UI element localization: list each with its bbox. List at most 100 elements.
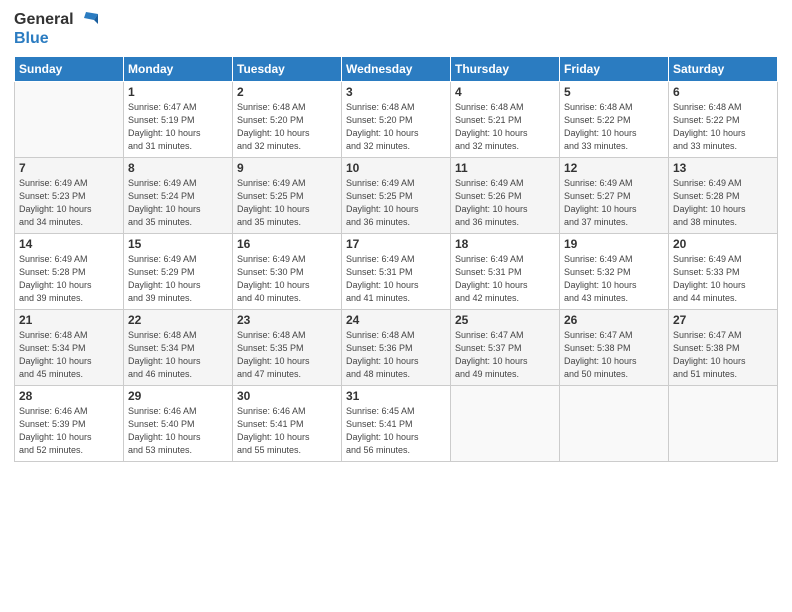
day-info: Sunrise: 6:49 AM Sunset: 5:28 PM Dayligh… [19, 253, 119, 305]
day-number: 28 [19, 389, 119, 403]
calendar-cell: 2Sunrise: 6:48 AM Sunset: 5:20 PM Daylig… [233, 81, 342, 157]
calendar-cell: 23 Sunrise: 6:48 AM Sunset: 5:35 PM Dayli… [233, 309, 342, 385]
day-number: 12 [564, 161, 664, 175]
calendar-cell: 24 Sunrise: 6:48 AM Sunset: 5:36 PM Dayli… [342, 309, 451, 385]
day-info: Sunrise: 6:48 AM Sunset: 5:34 PM Dayligh… [128, 329, 228, 381]
calendar-week-row: 28Sunrise: 6:46 AM Sunset: 5:39 PM Dayli… [15, 385, 778, 461]
calendar-cell [669, 385, 778, 461]
day-number: 4 [455, 85, 555, 99]
calendar-cell: 1Sunrise: 6:47 AM Sunset: 5:19 PM Daylig… [124, 81, 233, 157]
day-info: Sunrise: 6:48 AM Sunset: 5:20 PM Dayligh… [346, 101, 446, 153]
calendar-week-row: 1Sunrise: 6:47 AM Sunset: 5:19 PM Daylig… [15, 81, 778, 157]
calendar-cell: 12 Sunrise: 6:49 AM Sunset: 5:27 PM Dayli… [560, 157, 669, 233]
calendar-cell: 13 Sunrise: 6:49 AM Sunset: 5:28 PM Dayli… [669, 157, 778, 233]
day-info: Sunrise: 6:48 AM Sunset: 5:22 PM Dayligh… [564, 101, 664, 153]
day-number: 7 [19, 161, 119, 175]
calendar-cell: 15 Sunrise: 6:49 AM Sunset: 5:29 PM Dayli… [124, 233, 233, 309]
calendar-cell: 6 Sunrise: 6:48 AM Sunset: 5:22 PM Daylig… [669, 81, 778, 157]
calendar-cell: 18Sunrise: 6:49 AM Sunset: 5:31 PM Dayli… [451, 233, 560, 309]
day-info: Sunrise: 6:46 AM Sunset: 5:40 PM Dayligh… [128, 405, 228, 457]
page-header: General Blue [14, 10, 778, 48]
weekday-header-wednesday: Wednesday [342, 56, 451, 81]
day-info: Sunrise: 6:49 AM Sunset: 5:33 PM Dayligh… [673, 253, 773, 305]
day-number: 27 [673, 313, 773, 327]
logo-container: General Blue [14, 10, 98, 48]
day-number: 31 [346, 389, 446, 403]
day-number: 8 [128, 161, 228, 175]
calendar-cell: 27Sunrise: 6:47 AM Sunset: 5:38 PM Dayli… [669, 309, 778, 385]
day-info: Sunrise: 6:49 AM Sunset: 5:25 PM Dayligh… [346, 177, 446, 229]
calendar-cell: 16 Sunrise: 6:49 AM Sunset: 5:30 PM Dayli… [233, 233, 342, 309]
day-info: Sunrise: 6:47 AM Sunset: 5:37 PM Dayligh… [455, 329, 555, 381]
day-info: Sunrise: 6:48 AM Sunset: 5:21 PM Dayligh… [455, 101, 555, 153]
weekday-header-sunday: Sunday [15, 56, 124, 81]
day-info: Sunrise: 6:49 AM Sunset: 5:23 PM Dayligh… [19, 177, 119, 229]
day-number: 19 [564, 237, 664, 251]
day-info: Sunrise: 6:48 AM Sunset: 5:22 PM Dayligh… [673, 101, 773, 153]
day-number: 1 [128, 85, 228, 99]
day-info: Sunrise: 6:49 AM Sunset: 5:24 PM Dayligh… [128, 177, 228, 229]
day-number: 16 [237, 237, 337, 251]
calendar-cell: 20 Sunrise: 6:49 AM Sunset: 5:33 PM Dayli… [669, 233, 778, 309]
weekday-header-monday: Monday [124, 56, 233, 81]
calendar-cell: 30 Sunrise: 6:46 AM Sunset: 5:41 PM Dayli… [233, 385, 342, 461]
day-info: Sunrise: 6:49 AM Sunset: 5:28 PM Dayligh… [673, 177, 773, 229]
day-number: 9 [237, 161, 337, 175]
day-number: 17 [346, 237, 446, 251]
day-info: Sunrise: 6:49 AM Sunset: 5:27 PM Dayligh… [564, 177, 664, 229]
calendar-cell: 25Sunrise: 6:47 AM Sunset: 5:37 PM Dayli… [451, 309, 560, 385]
logo-blue-text: Blue [14, 30, 98, 48]
calendar-cell: 3Sunrise: 6:48 AM Sunset: 5:20 PM Daylig… [342, 81, 451, 157]
day-info: Sunrise: 6:49 AM Sunset: 5:32 PM Dayligh… [564, 253, 664, 305]
day-number: 15 [128, 237, 228, 251]
calendar-cell: 29 Sunrise: 6:46 AM Sunset: 5:40 PM Dayli… [124, 385, 233, 461]
calendar-cell: 5Sunrise: 6:48 AM Sunset: 5:22 PM Daylig… [560, 81, 669, 157]
calendar-cell: 22Sunrise: 6:48 AM Sunset: 5:34 PM Dayli… [124, 309, 233, 385]
day-number: 10 [346, 161, 446, 175]
day-number: 13 [673, 161, 773, 175]
logo-bird-icon [76, 10, 98, 30]
calendar-body: 1Sunrise: 6:47 AM Sunset: 5:19 PM Daylig… [15, 81, 778, 461]
day-info: Sunrise: 6:48 AM Sunset: 5:35 PM Dayligh… [237, 329, 337, 381]
calendar-cell [560, 385, 669, 461]
day-info: Sunrise: 6:48 AM Sunset: 5:34 PM Dayligh… [19, 329, 119, 381]
logo-general-text: General [14, 11, 74, 29]
calendar-cell: 11 Sunrise: 6:49 AM Sunset: 5:26 PM Dayli… [451, 157, 560, 233]
day-number: 30 [237, 389, 337, 403]
day-info: Sunrise: 6:47 AM Sunset: 5:38 PM Dayligh… [564, 329, 664, 381]
calendar-week-row: 14 Sunrise: 6:49 AM Sunset: 5:28 PM Dayli… [15, 233, 778, 309]
day-number: 6 [673, 85, 773, 99]
day-number: 26 [564, 313, 664, 327]
weekday-header-saturday: Saturday [669, 56, 778, 81]
day-number: 14 [19, 237, 119, 251]
calendar-cell: 19 Sunrise: 6:49 AM Sunset: 5:32 PM Dayli… [560, 233, 669, 309]
weekday-header-friday: Friday [560, 56, 669, 81]
day-info: Sunrise: 6:49 AM Sunset: 5:31 PM Dayligh… [346, 253, 446, 305]
logo: General Blue [14, 10, 98, 48]
calendar-week-row: 21Sunrise: 6:48 AM Sunset: 5:34 PM Dayli… [15, 309, 778, 385]
day-info: Sunrise: 6:49 AM Sunset: 5:29 PM Dayligh… [128, 253, 228, 305]
day-info: Sunrise: 6:45 AM Sunset: 5:41 PM Dayligh… [346, 405, 446, 457]
day-number: 18 [455, 237, 555, 251]
calendar-cell: 8 Sunrise: 6:49 AM Sunset: 5:24 PM Daylig… [124, 157, 233, 233]
calendar-cell: 4 Sunrise: 6:48 AM Sunset: 5:21 PM Daylig… [451, 81, 560, 157]
day-info: Sunrise: 6:49 AM Sunset: 5:30 PM Dayligh… [237, 253, 337, 305]
calendar-cell: 21Sunrise: 6:48 AM Sunset: 5:34 PM Dayli… [15, 309, 124, 385]
calendar-header: SundayMondayTuesdayWednesdayThursdayFrid… [15, 56, 778, 81]
day-number: 11 [455, 161, 555, 175]
day-info: Sunrise: 6:49 AM Sunset: 5:25 PM Dayligh… [237, 177, 337, 229]
calendar-cell: 7 Sunrise: 6:49 AM Sunset: 5:23 PM Daylig… [15, 157, 124, 233]
day-info: Sunrise: 6:46 AM Sunset: 5:41 PM Dayligh… [237, 405, 337, 457]
day-info: Sunrise: 6:48 AM Sunset: 5:36 PM Dayligh… [346, 329, 446, 381]
day-number: 29 [128, 389, 228, 403]
day-number: 20 [673, 237, 773, 251]
calendar-cell [451, 385, 560, 461]
calendar-cell: 17 Sunrise: 6:49 AM Sunset: 5:31 PM Dayli… [342, 233, 451, 309]
day-number: 23 [237, 313, 337, 327]
weekday-header-thursday: Thursday [451, 56, 560, 81]
day-number: 24 [346, 313, 446, 327]
calendar-cell: 9 Sunrise: 6:49 AM Sunset: 5:25 PM Daylig… [233, 157, 342, 233]
calendar-week-row: 7 Sunrise: 6:49 AM Sunset: 5:23 PM Daylig… [15, 157, 778, 233]
day-info: Sunrise: 6:49 AM Sunset: 5:26 PM Dayligh… [455, 177, 555, 229]
calendar-cell: 28Sunrise: 6:46 AM Sunset: 5:39 PM Dayli… [15, 385, 124, 461]
